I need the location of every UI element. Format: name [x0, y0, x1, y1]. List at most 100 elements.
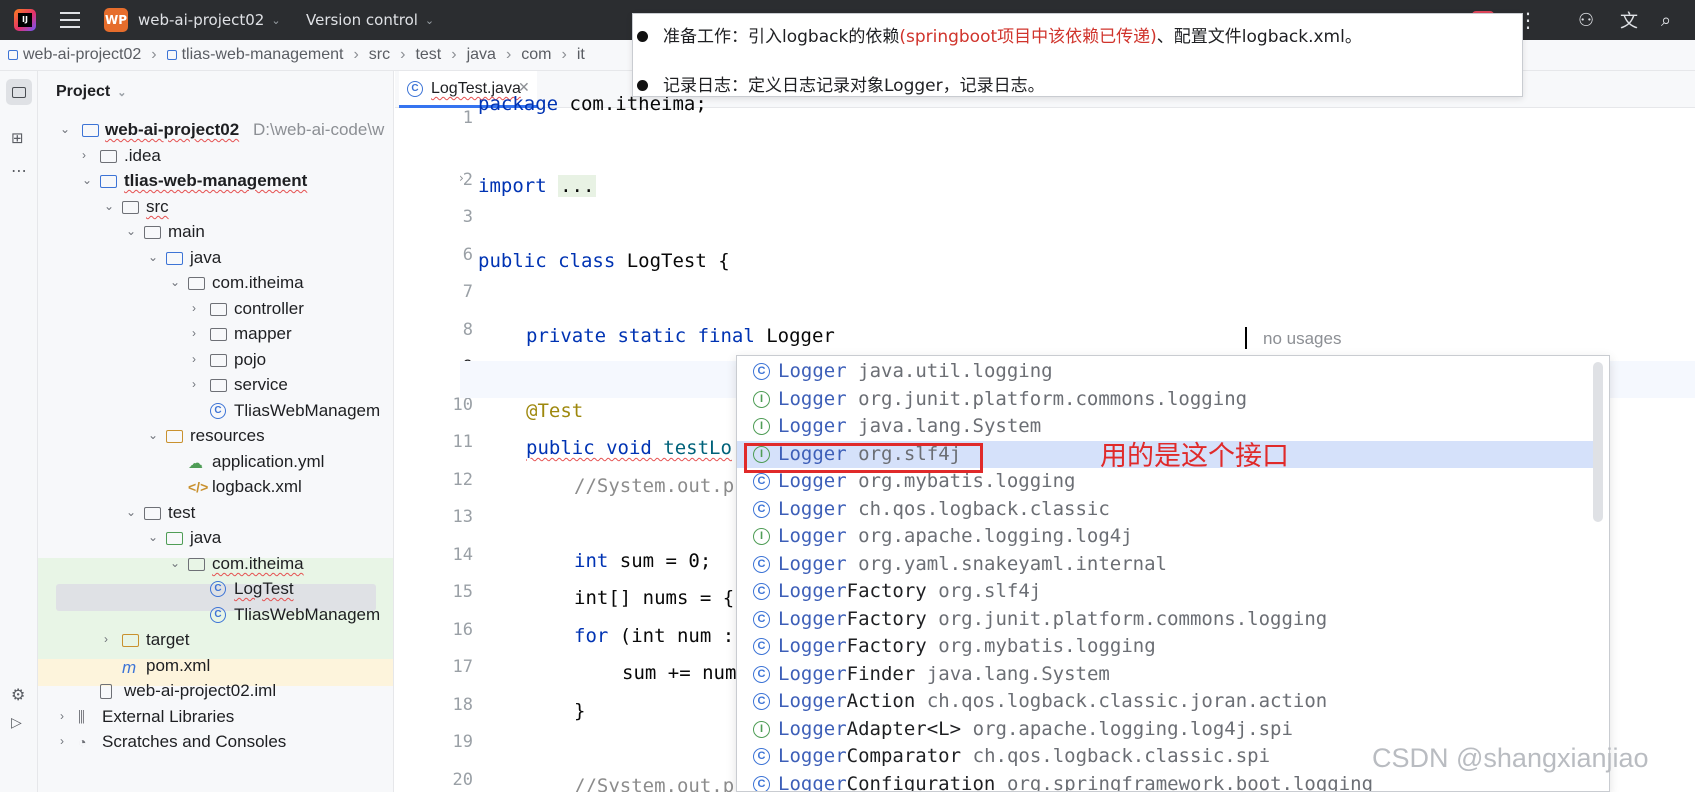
code-completion-popup[interactable]: C Logger java.util.logging I Logger org.junit…	[736, 355, 1610, 792]
completion-item[interactable]: I Logger org.apache.logging.log4j	[737, 523, 1597, 550]
completion-name: LoggerConfiguration	[778, 772, 996, 792]
tree-label: tlias-web-management	[124, 171, 308, 190]
class-icon: C	[407, 81, 423, 97]
popup-scrollbar[interactable]	[1593, 362, 1603, 522]
structure-icon[interactable]: ⊞	[11, 129, 24, 147]
tree-node[interactable]: ⌄ com.itheima	[38, 551, 393, 578]
import-keyword: import	[478, 175, 547, 197]
line-number: 12	[452, 470, 473, 490]
tree-node[interactable]: ⌄ com.itheima	[38, 270, 393, 297]
more-tools-icon[interactable]: ⋯	[11, 161, 27, 180]
completion-name: Logger	[778, 387, 847, 410]
tree-node[interactable]: ⌄ test	[38, 500, 393, 527]
iml-file-icon	[100, 684, 112, 699]
tree-node[interactable]: ⌄ java	[38, 245, 393, 272]
tree-node[interactable]: › mapper	[38, 321, 393, 348]
tree-label: logback.xml	[212, 477, 302, 496]
project-panel: Project ⌄ ⌄ web-ai-project02 D:\web-ai-co…	[38, 71, 394, 792]
intellij-logo-icon[interactable]: IJ	[14, 9, 36, 31]
tree-node[interactable]: › ◔ Scratches and Consoles	[38, 729, 393, 756]
tree-node[interactable]: ⌄ tlias-web-management	[38, 168, 393, 195]
code-line-21: //System.out.p	[574, 775, 735, 792]
translate-icon[interactable]: 文	[1620, 0, 1638, 40]
tree-node[interactable]: › pojo	[38, 347, 393, 374]
line-number: 14	[452, 545, 473, 565]
completion-item[interactable]: C LoggerFactory org.junit.platform.commons…	[737, 606, 1597, 633]
project-tool-button[interactable]	[6, 79, 32, 105]
completion-package: java.util.logging	[858, 360, 1053, 382]
breadcrumb-item[interactable]: src	[369, 46, 390, 64]
services-icon[interactable]: ⚙	[11, 685, 25, 704]
tree-node[interactable]: › ⫼ External Libraries	[38, 704, 393, 731]
folded-imports[interactable]: ...	[558, 175, 597, 197]
add-user-icon[interactable]: ⚇	[1578, 0, 1594, 40]
version-control-menu[interactable]: Version control ⌄	[306, 0, 434, 40]
completion-item[interactable]: I Logger org.junit.platform.commons.loggin…	[737, 386, 1597, 413]
code-line-7: public class LogTest {	[478, 250, 730, 272]
highlight-box	[744, 443, 983, 473]
completion-item[interactable]: C Logger ch.qos.logback.classic	[737, 496, 1597, 523]
inlay-hint-usages[interactable]: no usages	[1263, 329, 1341, 349]
tree-node[interactable]: ☁ application.yml	[38, 449, 393, 476]
completion-item[interactable]: C LoggerFactory org.mybatis.logging	[737, 633, 1597, 660]
completion-item[interactable]: C Logger java.util.logging	[737, 358, 1597, 385]
completion-package: org.apache.logging.log4j	[858, 525, 1133, 547]
tree-label: test	[168, 503, 196, 522]
completion-item[interactable]: C Logger org.yaml.snakeyaml.internal	[737, 551, 1597, 578]
project-panel-title[interactable]: Project ⌄	[56, 83, 126, 101]
tree-node[interactable]: web-ai-project02.iml	[38, 678, 393, 705]
tree-node[interactable]: › .idea	[38, 143, 393, 170]
fold-arrow-icon[interactable]: ›	[459, 171, 464, 185]
tree-node[interactable]: ⌄ main	[38, 219, 393, 246]
completion-package: org.yaml.snakeyaml.internal	[858, 552, 1167, 575]
tree-label: resources	[190, 426, 265, 445]
line-number: 16	[452, 620, 473, 640]
tree-label: web-ai-project02	[105, 120, 240, 139]
tree-node[interactable]: ⌄ src	[38, 194, 393, 221]
completion-item[interactable]: C LoggerFactory org.slf4j	[737, 578, 1597, 605]
tree-node[interactable]: › service	[38, 372, 393, 399]
code-line-19: }	[574, 700, 586, 722]
class-icon: C	[753, 775, 770, 791]
project-selector[interactable]: web-ai-project02 ⌄	[138, 0, 281, 40]
code-line-13: //System.out.p	[574, 475, 735, 497]
breadcrumb-item[interactable]: com	[521, 46, 551, 64]
tree-node[interactable]: </> logback.xml	[38, 474, 393, 501]
tree-node[interactable]: m pom.xml	[38, 653, 393, 680]
run-tool-icon[interactable]: ▷	[11, 715, 22, 731]
interface-icon: I	[753, 390, 770, 408]
breadcrumb-item[interactable]: web-ai-project02	[23, 46, 141, 64]
tree-node[interactable]: ⌄ resources	[38, 423, 393, 450]
class-icon: C	[210, 581, 226, 597]
line-number: 7	[462, 282, 473, 302]
search-icon[interactable]: ⌕	[1661, 0, 1671, 40]
tree-node[interactable]: C LogTest	[38, 576, 393, 603]
tree-node[interactable]: ⌄ java	[38, 525, 393, 552]
module-folder-icon	[100, 175, 117, 188]
completion-item[interactable]: C LoggerFinder java.lang.System	[737, 661, 1597, 688]
completion-package: java.lang.System	[926, 662, 1110, 685]
tree-node[interactable]: C TliasWebManagem	[38, 602, 393, 629]
breadcrumb-item[interactable]: test	[415, 46, 441, 64]
completion-name: LoggerAdapter<L>	[778, 717, 962, 740]
vcs-label: Version control	[306, 11, 418, 29]
main-menu-icon[interactable]	[60, 0, 80, 40]
package-icon	[188, 558, 205, 571]
maven-file-icon: m	[122, 658, 137, 677]
tree-node-root[interactable]: ⌄ web-ai-project02 D:\web-ai-code\w	[38, 117, 393, 144]
code-line-9: private static final Logger	[526, 325, 835, 347]
breadcrumb-item[interactable]: tlias-web-management	[182, 46, 344, 64]
interface-icon: I	[753, 528, 770, 545]
tree-node[interactable]: C TliasWebManagem	[38, 398, 393, 425]
breadcrumb-item[interactable]: it	[577, 46, 585, 64]
code-line-11: @Test	[526, 400, 584, 422]
folder-icon	[100, 150, 117, 163]
tree-node[interactable]: › target	[38, 627, 393, 654]
line-number: 19	[452, 732, 473, 752]
tree-node[interactable]: › controller	[38, 296, 393, 323]
test-folder-icon	[166, 532, 183, 545]
breadcrumb-item[interactable]: java	[467, 46, 496, 64]
completion-item[interactable]: I LoggerAdapter<L> org.apache.logging.log4…	[737, 716, 1597, 743]
completion-item[interactable]: C LoggerAction ch.qos.logback.classic.jora…	[737, 688, 1597, 715]
code-line-16: int[] nums = {	[574, 587, 735, 609]
